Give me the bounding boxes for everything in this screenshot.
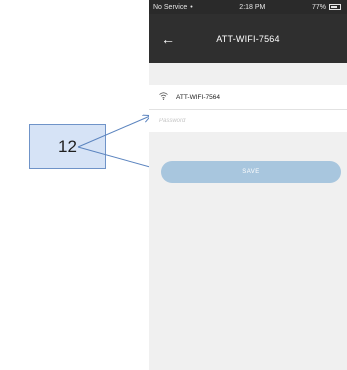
status-time: 2:18 PM xyxy=(239,3,266,11)
arrow-left-icon[interactable]: ← xyxy=(161,32,175,46)
nav-bar: ← ATT-WIFI-7564 xyxy=(149,14,347,63)
save-button[interactable]: SAVE xyxy=(161,161,341,183)
wifi-icon xyxy=(159,92,168,102)
battery-icon xyxy=(329,4,341,10)
callout-label: 12 xyxy=(58,136,77,156)
password-row xyxy=(149,110,347,132)
wifi-signal-icon: • xyxy=(190,3,193,11)
network-row: ATT-WIFI-7564 xyxy=(149,85,347,110)
page-title: ATT-WIFI-7564 xyxy=(216,33,280,44)
carrier-label: No Service xyxy=(153,3,188,11)
battery-percent: 77% xyxy=(311,3,326,11)
network-name: ATT-WIFI-7564 xyxy=(176,93,220,101)
phone-screen: No Service • 2:18 PM 77% ← ATT-WIFI-7564… xyxy=(149,0,347,370)
password-field[interactable] xyxy=(159,118,329,124)
callout-box: 12 xyxy=(29,124,106,169)
status-bar: No Service • 2:18 PM 77% xyxy=(149,0,347,14)
